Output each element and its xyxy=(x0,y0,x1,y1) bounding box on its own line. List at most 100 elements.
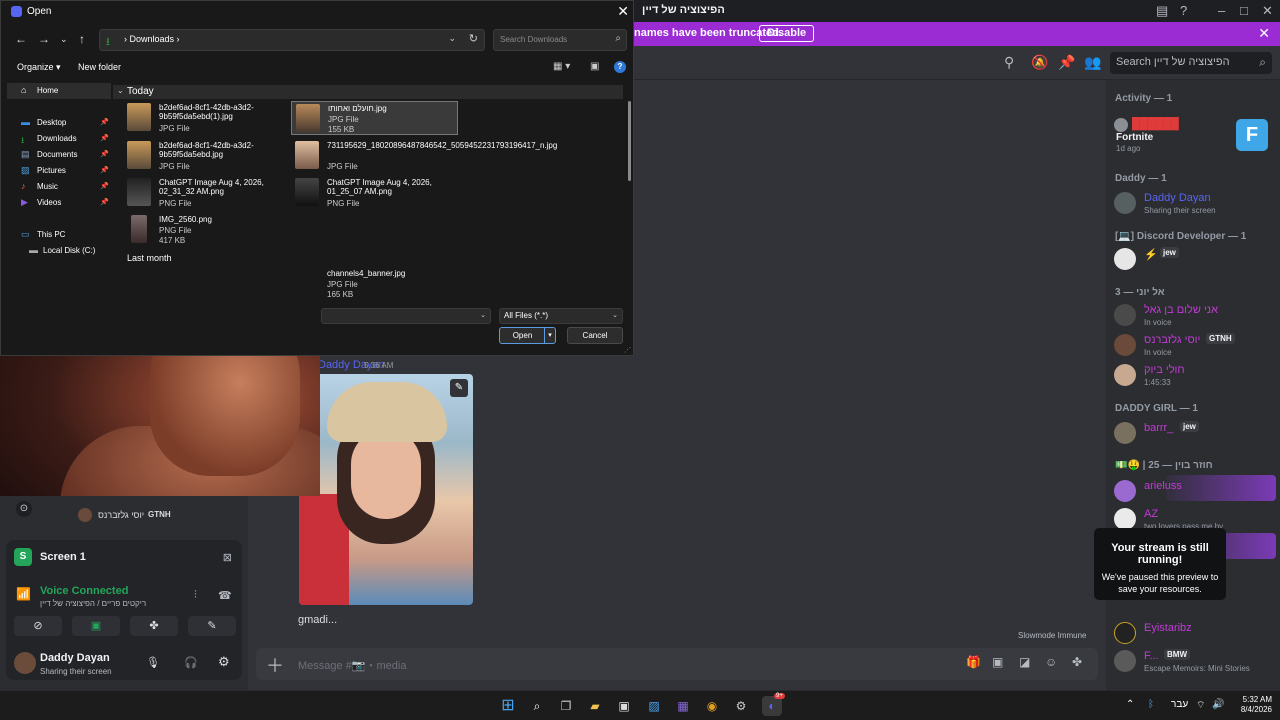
disable-button[interactable]: Disable xyxy=(759,25,815,42)
preview-pane-icon[interactable]: ▣ xyxy=(590,61,599,72)
store-icon[interactable]: ▣ xyxy=(614,696,634,716)
start-icon[interactable]: ⊞ xyxy=(498,696,518,716)
recent-icon[interactable]: ⌄ xyxy=(60,34,68,45)
message-composer[interactable]: ＋ Message #📷・media 🎁 ▣ ◪ ☺ ✤ xyxy=(256,648,1098,680)
activities-button[interactable]: ✤ xyxy=(130,616,178,636)
search-input[interactable]: Search הפיצוציה של דיין ⌕ xyxy=(1110,52,1272,74)
file-item[interactable]: ChatGPT Image Aug 4, 2026, 02_31_32 AM.p… xyxy=(123,176,289,210)
voice-channel-label[interactable]: ריקטים פריים / הפיצוציה של דיין xyxy=(40,599,146,608)
close-icon[interactable]: ✕ xyxy=(1262,3,1273,19)
camera-off-button[interactable]: ⊘ xyxy=(14,616,62,636)
organize-button[interactable]: Organize ▾ xyxy=(17,62,61,73)
wifi-icon[interactable]: ⌔ xyxy=(1196,699,1205,712)
view-icon[interactable]: ▦ ▾ xyxy=(553,61,570,72)
file-item[interactable]: חועלם ואחותו.jpg JPG File 155 KB xyxy=(291,101,458,135)
language-indicator[interactable]: עבר xyxy=(1171,699,1188,710)
headphones-icon[interactable]: 🎧 xyxy=(184,656,198,669)
file-item[interactable]: 731195629_18020896487846542_505945223179… xyxy=(291,139,557,173)
member-item[interactable]: F... BMW Escape Memoirs: Mini Stories xyxy=(1114,648,1276,678)
nav-item-home[interactable]: ⌂ Home xyxy=(7,83,111,99)
discord-icon[interactable]: ◐ xyxy=(762,696,782,716)
refresh-icon[interactable]: ↻ xyxy=(469,32,478,45)
member-item[interactable]: arieluss xyxy=(1114,478,1276,508)
compass-icon[interactable]: ⊙ xyxy=(16,501,32,517)
photos-icon[interactable]: ▨ xyxy=(644,696,664,716)
avatar[interactable] xyxy=(14,652,36,674)
pin-icon[interactable]: 📌 xyxy=(1058,54,1075,71)
member-item[interactable]: Daddy Dayan Sharing their screen xyxy=(1114,190,1276,220)
resize-grip-icon[interactable]: ⋰ xyxy=(624,346,631,354)
group-header-today[interactable]: ⌄ Today xyxy=(113,85,623,99)
close-icon[interactable]: ✕ xyxy=(1258,25,1270,42)
breadcrumb[interactable]: › Downloads › xyxy=(124,34,180,44)
share-screen-button[interactable]: ▣ xyxy=(72,616,120,636)
file-item[interactable]: b2def6ad-8cf1-42db-a3d2-9b59f5da5ebd.jpg… xyxy=(123,139,289,173)
nav-item-documents[interactable]: ▤ Documents 📌 xyxy=(7,147,111,163)
file-explorer-icon[interactable]: ▰ xyxy=(585,696,605,716)
popout-icon[interactable]: ⊠ xyxy=(223,551,232,564)
noise-icon[interactable]: ⫶ xyxy=(194,589,197,602)
up-icon[interactable]: ↑ xyxy=(79,32,85,46)
microphone-icon[interactable]: 🎙 xyxy=(146,656,160,669)
threads-icon[interactable]: ⚲ xyxy=(1004,54,1014,71)
system-clock[interactable]: 5:32 AM 8/4/2026 xyxy=(1228,695,1272,715)
open-button[interactable]: Open ▾ xyxy=(499,327,556,344)
members-icon[interactable]: 👥 xyxy=(1084,54,1101,71)
back-icon[interactable]: ← xyxy=(15,32,27,46)
cancel-button[interactable]: Cancel xyxy=(567,327,623,344)
nav-item-this-pc[interactable]: ▭ This PC xyxy=(7,227,111,243)
nav-item-local-disk[interactable]: ▬ Local Disk (C:) xyxy=(7,243,111,259)
member-item[interactable]: יוסי גלזברנס GTNH In voice xyxy=(1114,332,1276,362)
member-item[interactable]: חולי ביוק 1:45:33 xyxy=(1114,362,1276,392)
minimize-icon[interactable]: – xyxy=(1218,3,1225,18)
nav-item-desktop[interactable]: ▬ Desktop 📌 xyxy=(7,115,111,131)
add-attachment-icon[interactable]: ＋ xyxy=(266,652,284,678)
help-icon[interactable]: ? xyxy=(1180,3,1187,18)
gif-icon[interactable]: ▣ xyxy=(992,655,1003,669)
inbox-icon[interactable]: ▤ xyxy=(1156,3,1168,19)
search-input[interactable]: Search Downloads ⌕ xyxy=(493,29,627,51)
settings-icon[interactable]: ⚙ xyxy=(218,654,230,670)
filename-input[interactable]: ⌄ xyxy=(321,308,491,324)
edit-icon[interactable]: ✎ xyxy=(450,379,468,397)
member-item[interactable]: barrr_ jew xyxy=(1114,420,1276,450)
new-folder-button[interactable]: New folder xyxy=(78,62,121,72)
sticker-icon[interactable]: ◪ xyxy=(1019,655,1030,669)
chrome-icon[interactable]: ◉ xyxy=(702,696,722,716)
member-item[interactable]: אני שלום בן גאל In voice xyxy=(1114,302,1276,332)
group-header-last-month[interactable]: Last month xyxy=(113,253,172,263)
mute-icon[interactable]: 🔕 xyxy=(1031,54,1048,71)
chevron-up-icon[interactable]: ⌃ xyxy=(1126,699,1134,710)
disconnect-icon[interactable]: ☎ xyxy=(218,589,232,602)
file-item[interactable]: channels4_banner.jpg JPG File 165 KB xyxy=(291,267,457,301)
message-image[interactable]: ✎ xyxy=(299,374,473,605)
scrollbar[interactable] xyxy=(628,101,631,181)
address-bar[interactable]: ⭳ › Downloads › ⌄ ↻ xyxy=(99,29,485,51)
file-item[interactable]: b2def6ad-8cf1-42db-a3d2-9b59f5da5ebd(1).… xyxy=(123,101,289,135)
member-item[interactable]: ⚡ jew xyxy=(1114,246,1276,276)
activity-card[interactable]: ██████ Fortnite 1d ago F xyxy=(1114,116,1276,156)
chevron-down-icon[interactable]: ⌄ xyxy=(448,33,456,44)
forward-icon[interactable]: → xyxy=(38,32,50,46)
file-item[interactable]: IMG_2560.png PNG File 417 KB xyxy=(123,213,289,247)
maximize-icon[interactable]: □ xyxy=(1240,3,1248,18)
volume-icon[interactable]: 🔊 xyxy=(1212,699,1224,710)
nav-item-pictures[interactable]: ▨ Pictures 📌 xyxy=(7,163,111,179)
soundboard-button[interactable]: ✎ xyxy=(188,616,236,636)
search-icon[interactable]: ⌕ xyxy=(527,696,547,716)
breadcrumb-downloads[interactable]: Downloads xyxy=(130,34,175,44)
chevron-down-icon[interactable]: ▾ xyxy=(544,328,555,343)
chevron-down-icon[interactable]: ⌄ xyxy=(480,311,486,319)
help-icon[interactable]: ? xyxy=(614,61,626,73)
file-type-select[interactable]: All Files (*.*) ⌄ xyxy=(499,308,623,324)
task-view-icon[interactable]: ❐ xyxy=(556,696,576,716)
voice-user-name[interactable]: יוסי גלזברנס xyxy=(98,510,144,520)
file-item[interactable]: ChatGPT Image Aug 4, 2026, 01_25_07 AM.p… xyxy=(291,176,457,210)
nav-item-downloads[interactable]: ⭳ Downloads 📌 xyxy=(7,131,111,147)
teams-icon[interactable]: ▦ xyxy=(673,696,693,716)
member-item[interactable]: Eyistaribz xyxy=(1114,620,1276,650)
apps-icon[interactable]: ✤ xyxy=(1072,655,1082,669)
nav-item-videos[interactable]: ▶ Videos 📌 xyxy=(7,195,111,211)
emoji-icon[interactable]: ☺ xyxy=(1045,655,1057,669)
nav-item-music[interactable]: ♪ Music 📌 xyxy=(7,179,111,195)
